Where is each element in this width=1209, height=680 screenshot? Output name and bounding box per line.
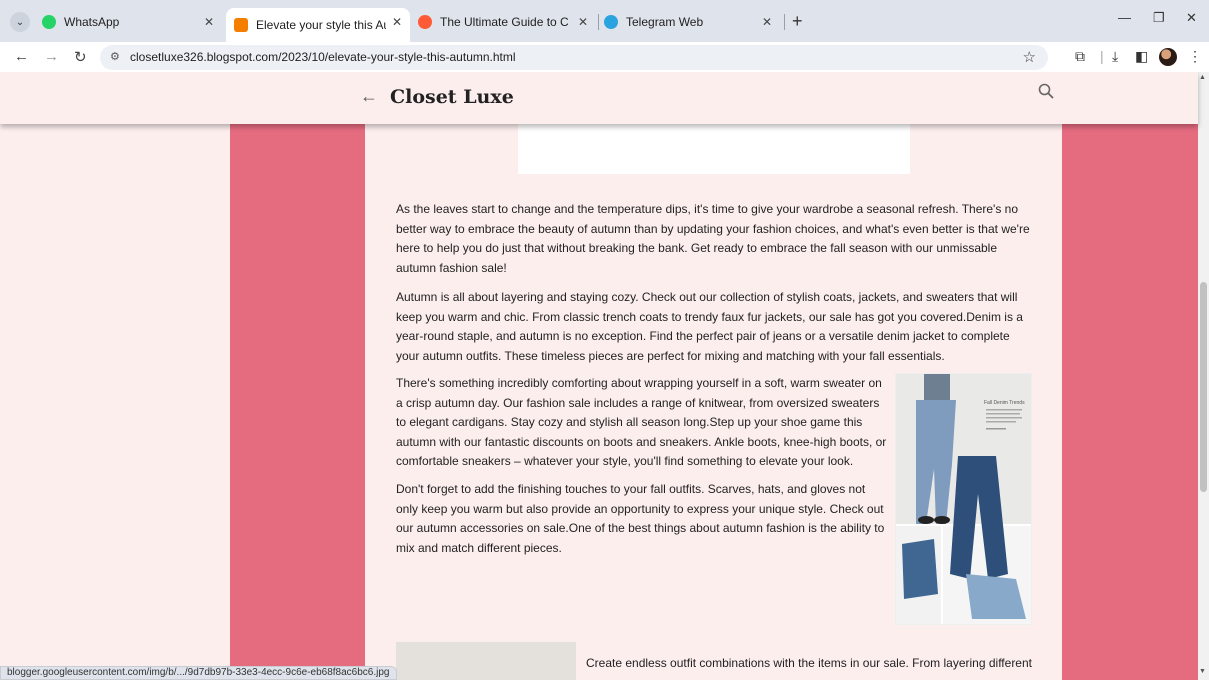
right-accent-band	[1062, 72, 1198, 680]
tab-telegram[interactable]: Telegram Web ✕	[604, 8, 780, 36]
scroll-up-arrow-icon[interactable]: ▲	[1199, 74, 1206, 81]
blog-title[interactable]: Closet Luxe	[390, 86, 514, 108]
link-status-bar: blogger.googleusercontent.com/img/b/.../…	[0, 666, 397, 680]
denim-collage-graphic: Fall Denim Trends	[896, 374, 1031, 624]
scroll-down-arrow-icon[interactable]: ▼	[1199, 668, 1206, 675]
browser-toolbar: ← → ↻ ⚙ closetluxe326.blogspot.com/2023/…	[0, 42, 1209, 72]
outfit-image[interactable]	[396, 642, 576, 680]
tab-whatsapp[interactable]: WhatsApp ✕	[42, 8, 222, 36]
address-bar[interactable]: ⚙ closetluxe326.blogspot.com/2023/10/ele…	[100, 45, 1048, 70]
minimize-icon[interactable]: —	[1118, 10, 1131, 25]
tab-separator	[784, 14, 785, 30]
close-icon[interactable]: ✕	[762, 15, 772, 29]
tab-elevate-style[interactable]: Elevate your style this Autumn ✕	[226, 8, 410, 42]
post-paragraph: As the leaves start to change and the te…	[396, 202, 1030, 275]
post-paragraph: Create endless outfit combinations with …	[586, 656, 1032, 670]
search-icon[interactable]	[1037, 82, 1055, 100]
post-paragraph: Autumn is all about layering and staying…	[396, 290, 1023, 363]
profile-avatar[interactable]	[1159, 48, 1177, 66]
forward-icon[interactable]: →	[44, 48, 59, 65]
whatsapp-icon	[42, 15, 56, 29]
side-panel-icon[interactable]: ◧	[1135, 48, 1148, 65]
tab-search-chevron-icon[interactable]: ⌄	[10, 12, 30, 32]
extensions-icon[interactable]: ⧉	[1075, 48, 1085, 65]
site-info-icon[interactable]: ⚙	[110, 50, 120, 63]
left-accent-band	[230, 72, 365, 680]
download-icon[interactable]: ⤓	[1112, 48, 1118, 65]
close-icon[interactable]: ✕	[578, 15, 588, 29]
telegram-icon	[604, 15, 618, 29]
close-icon[interactable]: ✕	[204, 15, 214, 29]
url-text[interactable]: closetluxe326.blogspot.com/2023/10/eleva…	[130, 50, 516, 64]
vertical-scrollbar[interactable]: ▲ ▼	[1198, 72, 1209, 680]
guide-icon	[418, 15, 432, 29]
back-arrow-icon[interactable]: ←	[360, 86, 378, 107]
tab-separator	[598, 14, 599, 30]
tab-title: The Ultimate Guide to Content	[440, 15, 568, 29]
blog-header: ← Closet Luxe	[0, 72, 1198, 124]
tab-title: WhatsApp	[64, 15, 120, 29]
post-header-image	[518, 124, 910, 174]
web-page: ← Closet Luxe As the leaves start to cha…	[0, 72, 1209, 680]
bookmark-star-icon[interactable]: ☆	[1023, 48, 1036, 66]
window-close-icon[interactable]: ✕	[1186, 10, 1197, 26]
tab-title: Elevate your style this Autumn	[256, 18, 386, 32]
fall-denim-image[interactable]: Fall Denim Trends	[895, 373, 1032, 625]
new-tab-plus-icon[interactable]: +	[792, 11, 803, 32]
reload-icon[interactable]: ↻	[74, 48, 87, 66]
back-icon[interactable]: ←	[14, 48, 29, 65]
scrollbar-thumb[interactable]	[1200, 282, 1207, 492]
post-paragraph: Don't forget to add the finishing touche…	[396, 482, 885, 555]
restore-icon[interactable]: ❐	[1153, 10, 1165, 26]
image-caption: Fall Denim Trends	[984, 400, 1025, 406]
post-paragraph: There's something incredibly comforting …	[396, 376, 887, 468]
more-menu-icon[interactable]: ⋮	[1188, 48, 1202, 65]
browser-tab-strip: ⌄ WhatsApp ✕ Elevate your style this Aut…	[0, 0, 1209, 42]
close-icon[interactable]: ✕	[392, 15, 402, 29]
tab-title: Telegram Web	[626, 15, 704, 29]
toolbar-divider: |	[1100, 48, 1104, 64]
blogger-icon	[234, 18, 248, 32]
tab-content-guide[interactable]: The Ultimate Guide to Content ✕	[418, 8, 596, 36]
